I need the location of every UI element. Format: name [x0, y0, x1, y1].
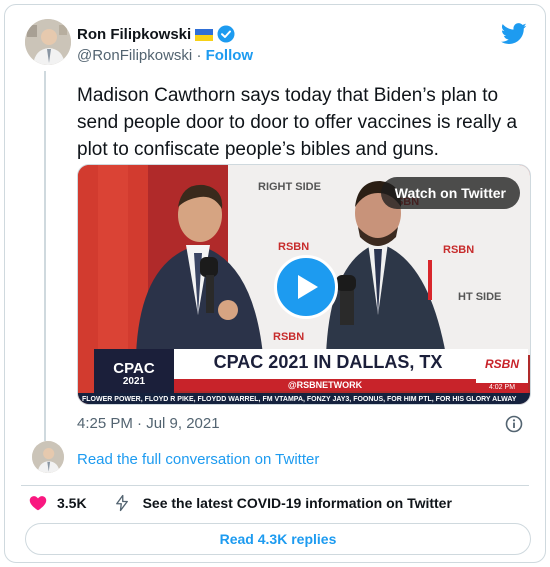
svg-text:RSBN: RSBN: [273, 331, 304, 343]
rsbn-badge: RSBN: [484, 357, 519, 371]
covid-info-link[interactable]: See the latest COVID-19 information on T…: [143, 495, 452, 511]
play-button[interactable]: [274, 255, 338, 319]
author-name[interactable]: Ron Filipkowski: [77, 26, 191, 43]
tweet-timestamp[interactable]: 4:25 PM · Jul 9, 2021: [77, 415, 220, 432]
engagement-row: 3.5K See the latest COVID-19 information…: [29, 494, 452, 512]
banner-title: CPAC 2021 IN DALLAS, TX: [213, 352, 443, 372]
read-replies-button[interactable]: Read 4.3K replies: [25, 523, 531, 555]
conversation-avatar[interactable]: [32, 441, 64, 473]
svg-text:HT SIDE: HT SIDE: [458, 291, 501, 303]
author-name-row: Ron Filipkowski: [77, 25, 235, 43]
heart-icon[interactable]: [29, 494, 47, 512]
svg-text:RSBN: RSBN: [443, 244, 474, 256]
news-ticker: FLOWER POWER, FLOYD R PIKE, FLOYDD WARRE…: [82, 396, 517, 403]
author-handle[interactable]: @RonFilipkowski: [77, 47, 192, 64]
follow-button[interactable]: Follow: [206, 47, 254, 64]
watch-on-twitter-button[interactable]: Watch on Twitter: [380, 177, 520, 209]
divider: [21, 485, 529, 486]
play-icon: [298, 275, 318, 299]
author-handle-row: @RonFilipkowski · Follow: [77, 47, 253, 64]
broadcast-time: 4:02 PM: [488, 384, 516, 391]
verified-badge-icon: [217, 25, 235, 43]
video-thumbnail[interactable]: RIGHT SIDE RSBN RSBN RSBN HT SIDE RSBN: [77, 164, 531, 405]
like-count[interactable]: 3.5K: [57, 495, 87, 511]
cpac-logo: CPAC 2021: [96, 361, 172, 387]
cpac-logo-year: 2021: [122, 376, 146, 387]
thread-line: [44, 71, 46, 441]
avatar[interactable]: [25, 19, 71, 65]
cpac-logo-text: CPAC: [113, 360, 155, 377]
lightning-icon: [113, 494, 131, 512]
tweet-text: Madison Cawthorn says today that Biden’s…: [77, 85, 518, 160]
info-icon[interactable]: [505, 415, 523, 433]
read-full-conversation-link[interactable]: Read the full conversation on Twitter: [77, 451, 319, 468]
twitter-bird-icon[interactable]: [500, 23, 527, 45]
separator: ·: [196, 47, 202, 64]
ukraine-flag-icon: [195, 28, 214, 41]
svg-text:RSBN: RSBN: [278, 241, 309, 253]
banner-handle: @RSBNETWORK: [287, 380, 363, 390]
tweet-card: Ron Filipkowski @RonFilipkowski · Follow…: [4, 4, 546, 563]
svg-text:RIGHT SIDE: RIGHT SIDE: [258, 181, 321, 193]
